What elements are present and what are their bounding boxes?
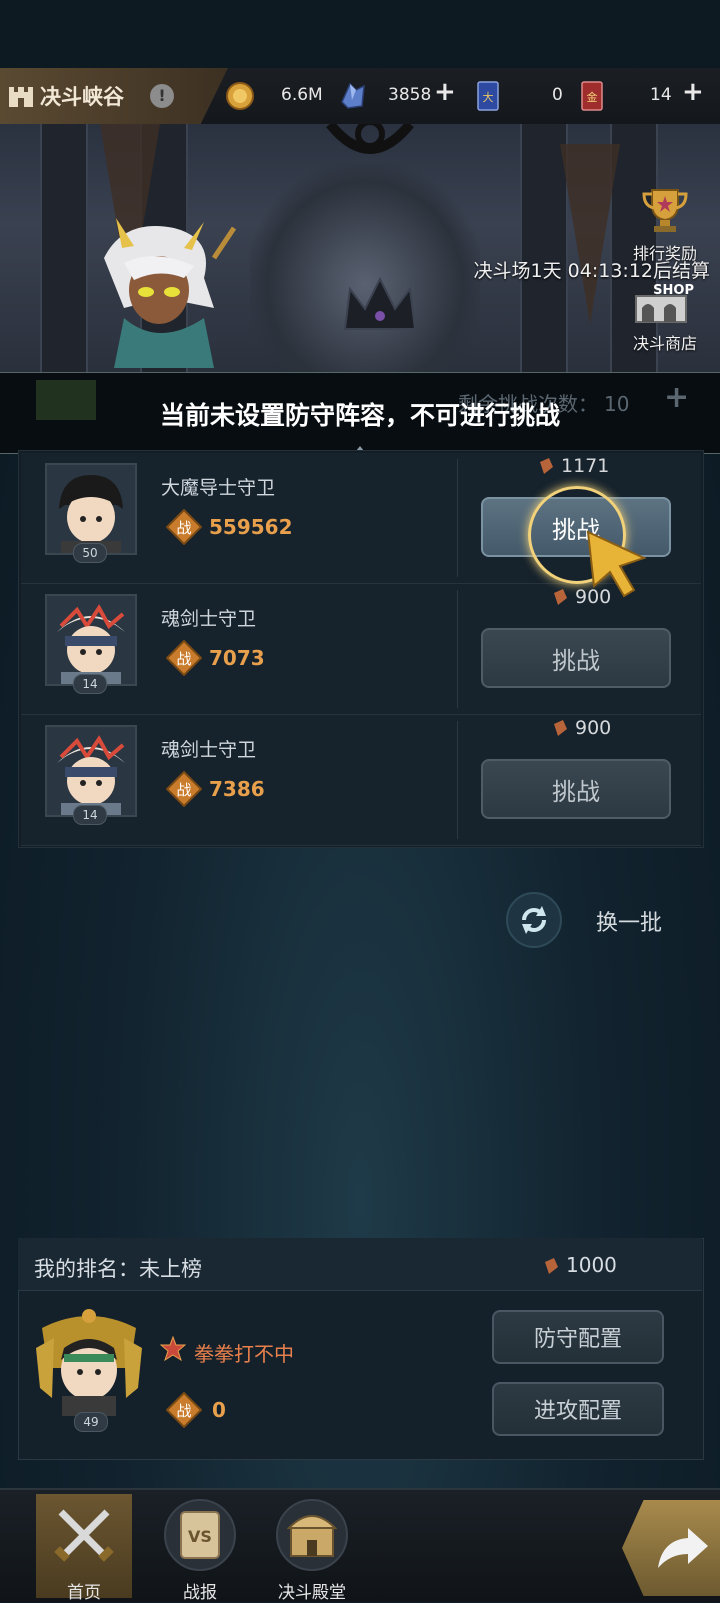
scroll-vs-icon: VS xyxy=(164,1499,236,1571)
badge-icon xyxy=(160,1336,186,1362)
player-power: 0 xyxy=(212,1398,226,1422)
my-reward-cost-value: 1000 xyxy=(566,1253,617,1277)
combat-power-icon: 战 xyxy=(166,640,202,676)
combat-power-icon: 战 xyxy=(166,771,202,807)
red-card-icon: 金 xyxy=(580,80,604,112)
page-title: 决斗峡谷 xyxy=(40,85,124,109)
token-icon xyxy=(554,589,567,605)
token-icon xyxy=(554,720,567,736)
gold-value: 6.6M xyxy=(281,85,323,105)
crystal-value: 3858 xyxy=(388,85,432,105)
reward-cost: 1171 xyxy=(537,455,609,477)
trophy-icon xyxy=(642,189,688,232)
defense-config-button[interactable]: 防守配置 xyxy=(492,1310,664,1364)
svg-text:VS: VS xyxy=(188,1527,212,1546)
my-reward-cost: 1000 xyxy=(542,1253,617,1277)
add-crystal-button[interactable]: + xyxy=(434,77,456,107)
emblem-icon xyxy=(326,124,414,154)
duel-shop-button[interactable]: SHOP 决斗商店 xyxy=(620,280,710,354)
gold-coin-icon xyxy=(226,80,254,112)
token-icon xyxy=(545,1258,558,1274)
combat-power-icon: 战 xyxy=(166,1392,202,1428)
nav-home[interactable]: 首页 xyxy=(36,1494,132,1603)
challenge-button[interactable]: 挑战 xyxy=(481,759,671,819)
opponent-avatar xyxy=(45,725,137,817)
opponent-row: 14 魂剑士守卫 战 7073 900 挑战 xyxy=(21,584,701,715)
opponent-avatar xyxy=(45,594,137,686)
blue-card-value: 0 xyxy=(552,85,563,105)
opponent-name: 魂剑士守卫 xyxy=(161,739,257,761)
shop-tag: SHOP xyxy=(653,283,694,298)
arena-banner: 决斗场1天 04:13:12后结算 排行奖励 SHOP 决斗商店 xyxy=(0,124,720,374)
svg-text:战: 战 xyxy=(176,781,191,799)
throne-illustration xyxy=(250,164,480,374)
nav-home-label: 首页 xyxy=(67,1583,101,1603)
reward-cost-value: 1171 xyxy=(561,455,610,477)
my-rank-text: 我的排名：未上榜 xyxy=(34,1257,202,1281)
info-icon[interactable]: ! xyxy=(150,84,174,108)
status-area xyxy=(0,0,720,68)
crystal-icon xyxy=(338,80,368,112)
crown-icon xyxy=(343,276,417,330)
reward-cost-value: 900 xyxy=(575,717,612,739)
hall-icon xyxy=(276,1499,348,1571)
nav-duel-hall[interactable]: 决斗殿堂 xyxy=(264,1494,360,1603)
opponent-avatar xyxy=(45,463,137,555)
nav-battle-report-label: 战报 xyxy=(183,1583,217,1603)
opponent-power: 7386 xyxy=(209,777,265,801)
rank-reward-button[interactable]: 排行奖励 xyxy=(620,184,710,264)
opponent-row: 14 魂剑士守卫 战 7386 900 挑战 xyxy=(21,715,701,846)
player-name: 拳拳打不中 xyxy=(194,1342,294,1366)
rank-reward-label: 排行奖励 xyxy=(632,244,697,263)
player-avatar[interactable] xyxy=(34,1308,144,1418)
shop-icon: SHOP xyxy=(635,283,694,323)
svg-text:大: 大 xyxy=(483,90,494,104)
refresh-icon xyxy=(522,906,546,934)
crossed-swords-icon xyxy=(54,1509,114,1562)
opponent-power: 7073 xyxy=(209,646,265,670)
opponent-power: 559562 xyxy=(209,515,293,539)
character-portrait xyxy=(104,218,237,368)
resource-bar: 决斗峡谷 ! 6.6M 3858 + 大 0 金 14 + xyxy=(0,68,720,125)
notice-text: 当前未设置防守阵容，不可进行挑战 xyxy=(159,401,560,430)
combat-power-icon: 战 xyxy=(166,509,202,545)
attack-config-button[interactable]: 进攻配置 xyxy=(492,1382,664,1436)
opponent-name: 大魔导士守卫 xyxy=(161,477,276,499)
refresh-button[interactable] xyxy=(506,892,562,948)
svg-text:金: 金 xyxy=(587,90,598,104)
opponent-name: 魂剑士守卫 xyxy=(161,608,257,630)
castle-icon xyxy=(8,84,34,108)
nav-battle-report[interactable]: VS 战报 xyxy=(152,1494,248,1603)
reward-cost: 900 xyxy=(551,717,611,739)
player-level: 49 xyxy=(74,1412,108,1432)
challenge-button[interactable]: 挑战 xyxy=(481,628,671,688)
red-card-value: 14 xyxy=(650,85,672,105)
opponent-level: 14 xyxy=(73,674,107,694)
svg-text:战: 战 xyxy=(176,519,191,537)
svg-text:战: 战 xyxy=(176,650,191,668)
blue-card-icon: 大 xyxy=(476,80,500,112)
refresh-label[interactable]: 换一批 xyxy=(596,905,662,937)
opponent-level: 14 xyxy=(73,805,107,825)
add-red-card-button[interactable]: + xyxy=(682,77,704,107)
nav-duel-hall-label: 决斗殿堂 xyxy=(278,1583,346,1603)
pointer-hand-icon xyxy=(586,530,647,598)
opponent-level: 50 xyxy=(73,543,107,563)
token-icon xyxy=(540,458,553,474)
duel-shop-label: 决斗商店 xyxy=(632,334,697,353)
svg-text:战: 战 xyxy=(176,1402,191,1420)
